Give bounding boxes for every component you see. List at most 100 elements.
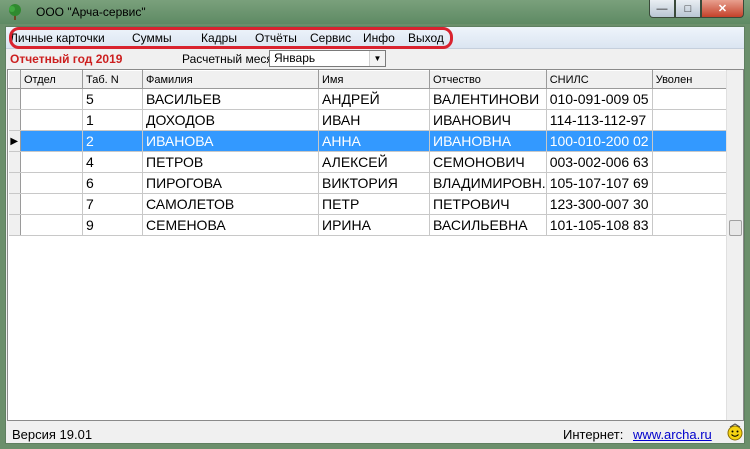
cell-fired[interactable] — [652, 193, 730, 215]
smiley-icon[interactable] — [726, 423, 744, 441]
cell-tab[interactable]: 1 — [82, 109, 143, 131]
cell-snils[interactable]: 114-113-112-97 — [546, 109, 653, 131]
employees-grid: Отдел Таб. N Фамилия Имя Отчество СНИЛС … — [7, 69, 744, 421]
cell-first-name[interactable]: ИРИНА — [318, 214, 430, 236]
status-bar: Версия 19.01 Интернет: www.archa.ru — [6, 423, 744, 443]
maximize-icon[interactable]: □ — [675, 0, 701, 18]
cell-snils[interactable]: 100-010-200 02 — [546, 130, 653, 152]
app-window: ООО "Арча-сервис" — □ ✕ Личные карточки … — [0, 0, 750, 449]
cell-dept[interactable] — [20, 214, 83, 236]
cell-snils[interactable]: 105-107-107 69 — [546, 172, 653, 194]
current-row-indicator-icon[interactable]: ▶ — [8, 130, 21, 152]
title-bar[interactable]: ООО "Арча-сервис" — □ ✕ — [0, 0, 750, 24]
cell-dept[interactable] — [20, 109, 83, 131]
cell-dept[interactable] — [20, 193, 83, 215]
cell-middle-name[interactable]: СЕМОНОВИЧ — [429, 151, 547, 173]
cell-snils[interactable]: 010-091-009 05 — [546, 88, 653, 110]
row-indicator[interactable] — [8, 193, 21, 215]
cell-tab[interactable]: 5 — [82, 88, 143, 110]
month-label: Расчетный месяц — [182, 52, 280, 66]
col-header-dept[interactable]: Отдел — [20, 70, 83, 89]
cell-fired[interactable] — [652, 130, 730, 152]
cell-tab[interactable]: 4 — [82, 151, 143, 173]
cell-middle-name[interactable]: ПЕТРОВИЧ — [429, 193, 547, 215]
cell-first-name[interactable]: АННА — [318, 130, 430, 152]
table-row[interactable]: ▶ 2 ИВАНОВА АННА ИВАНОВНА 100-010-200 02 — [8, 130, 730, 152]
table-header-row: Отдел Таб. N Фамилия Имя Отчество СНИЛС … — [8, 70, 730, 89]
cell-fired[interactable] — [652, 88, 730, 110]
cell-snils[interactable]: 123-300-007 30 — [546, 193, 653, 215]
table-row[interactable]: 5 ВАСИЛЬЕВ АНДРЕЙ ВАЛЕНТИНОВИ 010-091-009 05 — [8, 88, 730, 110]
cell-last-name[interactable]: САМОЛЕТОВ — [142, 193, 319, 215]
cell-snils[interactable]: 003-002-006 63 — [546, 151, 653, 173]
period-toolbar: Отчетный год 2019 Расчетный месяц Январь… — [6, 49, 744, 69]
cell-middle-name[interactable]: ИВАНОВНА — [429, 130, 547, 152]
cell-last-name[interactable]: ПИРОГОВА — [142, 172, 319, 194]
cell-first-name[interactable]: АНДРЕЙ — [318, 88, 430, 110]
cell-first-name[interactable]: ПЕТР — [318, 193, 430, 215]
row-indicator[interactable] — [8, 109, 21, 131]
scrollbar-thumb[interactable] — [729, 220, 742, 236]
cell-dept[interactable] — [20, 88, 83, 110]
menu-exit[interactable]: Выход — [408, 31, 444, 45]
cell-middle-name[interactable]: ВАЛЕНТИНОВИ — [429, 88, 547, 110]
website-link[interactable]: www.archa.ru — [633, 427, 712, 442]
col-header-middle-name[interactable]: Отчество — [429, 70, 547, 89]
minimize-icon[interactable]: — — [649, 0, 675, 18]
col-header-snils[interactable]: СНИЛС — [545, 70, 653, 89]
cell-tab[interactable]: 9 — [82, 214, 143, 236]
menu-service[interactable]: Сервис — [310, 31, 351, 45]
table-row[interactable]: 1 ДОХОДОВ ИВАН ИВАНОВИЧ 114-113-112-97 — [8, 109, 730, 131]
cell-dept[interactable] — [20, 151, 83, 173]
chevron-down-icon[interactable]: ▼ — [369, 51, 385, 66]
cell-tab[interactable]: 7 — [82, 193, 143, 215]
table-row[interactable]: 4 ПЕТРОВ АЛЕКСЕЙ СЕМОНОВИЧ 003-002-006 63 — [8, 151, 730, 173]
cell-first-name[interactable]: АЛЕКСЕЙ — [318, 151, 430, 173]
cell-middle-name[interactable]: ИВАНОВИЧ — [429, 109, 547, 131]
cell-middle-name[interactable]: ВАСИЛЬЕВНА — [429, 214, 547, 236]
month-select[interactable]: Январь ▼ — [269, 50, 386, 67]
internet-label: Интернет: — [563, 427, 624, 442]
menu-info[interactable]: Инфо — [363, 31, 395, 45]
cell-tab[interactable]: 6 — [82, 172, 143, 194]
table-row[interactable]: 7 САМОЛЕТОВ ПЕТР ПЕТРОВИЧ 123-300-007 30 — [8, 193, 730, 215]
row-indicator[interactable] — [8, 151, 21, 173]
col-header-fired[interactable]: Уволен — [651, 70, 730, 89]
tree-icon — [9, 4, 21, 20]
cell-dept[interactable] — [20, 130, 83, 152]
cell-fired[interactable] — [652, 151, 730, 173]
month-select-value: Январь — [274, 51, 316, 65]
cell-snils[interactable]: 101-105-108 83 — [546, 214, 653, 236]
window-title: ООО "Арча-сервис" — [36, 5, 146, 19]
cell-fired[interactable] — [652, 172, 730, 194]
employees-table: Отдел Таб. N Фамилия Имя Отчество СНИЛС … — [8, 70, 730, 236]
col-header-first-name[interactable]: Имя — [318, 70, 430, 89]
cell-last-name[interactable]: СЕМЕНОВА — [142, 214, 319, 236]
row-indicator[interactable] — [8, 172, 21, 194]
menu-bar: Личные карточки Суммы Кадры Отчёты Серви… — [6, 27, 744, 49]
menu-personal-cards[interactable]: Личные карточки — [10, 31, 105, 45]
cell-last-name[interactable]: ПЕТРОВ — [142, 151, 319, 173]
row-indicator[interactable] — [8, 88, 21, 110]
table-row[interactable]: 6 ПИРОГОВА ВИКТОРИЯ ВЛАДИМИРОВН. 105-107-107… — [8, 172, 730, 194]
cell-middle-name[interactable]: ВЛАДИМИРОВН. — [429, 172, 547, 194]
col-header-tab[interactable]: Таб. N — [82, 70, 143, 89]
cell-dept[interactable] — [20, 172, 83, 194]
cell-first-name[interactable]: ВИКТОРИЯ — [318, 172, 430, 194]
cell-last-name[interactable]: ИВАНОВА — [142, 130, 319, 152]
report-year-label: Отчетный год 2019 — [10, 52, 123, 66]
menu-sums[interactable]: Суммы — [132, 31, 172, 45]
close-icon[interactable]: ✕ — [701, 0, 744, 18]
cell-first-name[interactable]: ИВАН — [318, 109, 430, 131]
table-row[interactable]: 9 СЕМЕНОВА ИРИНА ВАСИЛЬЕВНА 101-105-108 83 — [8, 214, 730, 236]
cell-last-name[interactable]: ДОХОДОВ — [142, 109, 319, 131]
cell-fired[interactable] — [652, 214, 730, 236]
menu-staff[interactable]: Кадры — [201, 31, 237, 45]
menu-reports[interactable]: Отчёты — [255, 31, 297, 45]
cell-fired[interactable] — [652, 109, 730, 131]
cell-tab[interactable]: 2 — [82, 130, 143, 152]
row-indicator[interactable] — [8, 214, 21, 236]
cell-last-name[interactable]: ВАСИЛЬЕВ — [142, 88, 319, 110]
col-header-last-name[interactable]: Фамилия — [142, 70, 319, 89]
vertical-scrollbar[interactable] — [726, 70, 743, 420]
